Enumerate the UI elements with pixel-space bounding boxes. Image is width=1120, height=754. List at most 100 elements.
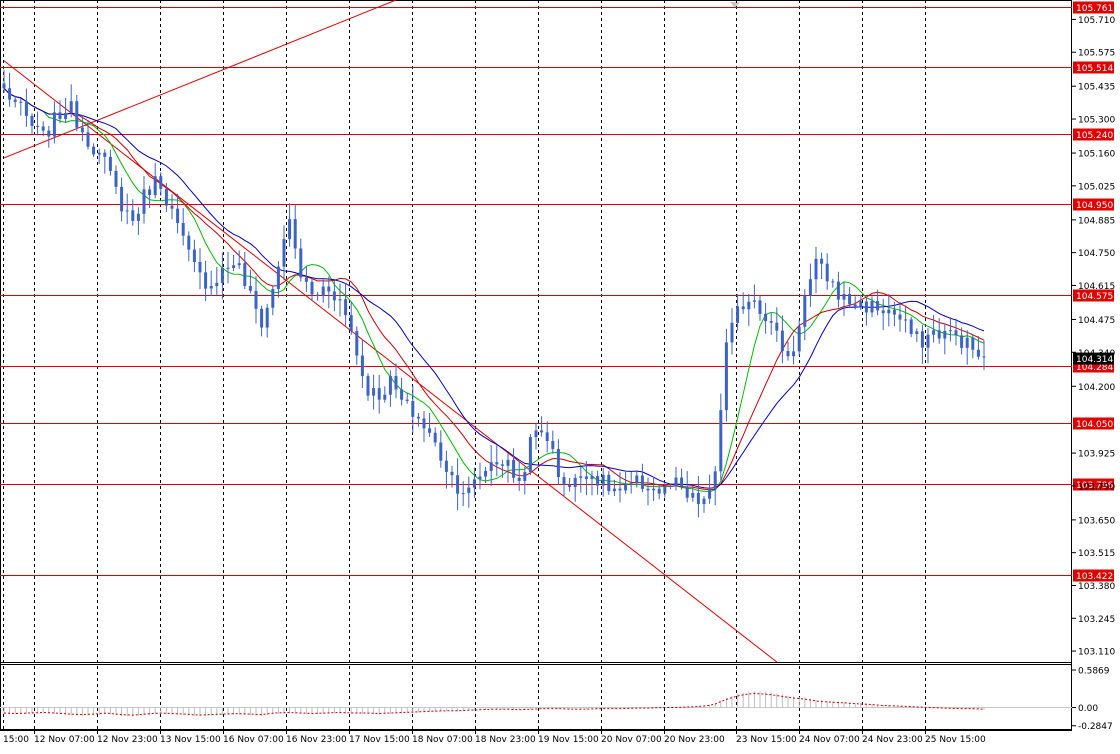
candle-body bbox=[842, 294, 846, 300]
price-tick-label: 105.435 bbox=[1078, 83, 1115, 93]
candle-body bbox=[780, 330, 784, 352]
candle-body bbox=[192, 249, 196, 262]
candle-body bbox=[265, 307, 269, 328]
candle-body bbox=[618, 488, 622, 491]
candle-body bbox=[691, 492, 695, 498]
candle-body bbox=[596, 476, 600, 486]
candle-body bbox=[120, 186, 124, 212]
time-tick-label: 15:00 bbox=[3, 735, 29, 745]
candle-body bbox=[170, 205, 174, 209]
candle-body bbox=[948, 330, 952, 332]
candle-body bbox=[416, 416, 420, 419]
candle-body bbox=[534, 430, 538, 438]
candle-body bbox=[808, 279, 812, 296]
indicator-tick-label: 0.00 bbox=[1078, 704, 1098, 714]
candle-body bbox=[478, 476, 482, 480]
time-tick-label: 20 Nov 07:00 bbox=[601, 735, 662, 745]
price-tick-label: 103.380 bbox=[1078, 582, 1115, 592]
time-tick-label: 23 Nov 15:00 bbox=[736, 735, 797, 745]
candle-body bbox=[187, 235, 191, 250]
candle-body bbox=[568, 484, 572, 488]
candle-body bbox=[310, 281, 314, 295]
candle-body bbox=[517, 477, 521, 481]
level-label: 105.761 bbox=[1076, 4, 1113, 14]
price-tick-label: 104.200 bbox=[1078, 383, 1115, 393]
candle-body bbox=[232, 265, 236, 269]
candle-body bbox=[41, 126, 45, 131]
level-label: 104.950 bbox=[1076, 201, 1113, 211]
candle-body bbox=[640, 475, 644, 489]
candle-body bbox=[332, 291, 336, 301]
price-tick-label: 103.515 bbox=[1078, 549, 1115, 559]
candle-body bbox=[103, 152, 107, 157]
candle-body bbox=[254, 290, 258, 309]
trendline[interactable] bbox=[3, 60, 778, 663]
candle-body bbox=[769, 321, 773, 323]
price-tick-label: 105.575 bbox=[1078, 49, 1115, 59]
candle-body bbox=[125, 210, 129, 212]
candle-body bbox=[388, 375, 392, 395]
candle-body bbox=[299, 248, 303, 278]
candle-body bbox=[366, 376, 370, 396]
candle-body bbox=[831, 281, 835, 283]
candle-body bbox=[607, 474, 611, 492]
time-tick-label: 19 Nov 15:00 bbox=[538, 735, 599, 745]
candle-body bbox=[288, 219, 292, 240]
candle-body bbox=[965, 337, 969, 348]
candle-body bbox=[635, 475, 639, 484]
candle-body bbox=[797, 326, 801, 352]
candle-body bbox=[355, 331, 359, 356]
candle-body bbox=[243, 263, 247, 287]
candle-body bbox=[825, 263, 829, 282]
level-label: 105.240 bbox=[1076, 131, 1113, 141]
candle-body bbox=[764, 313, 768, 322]
candle-body bbox=[747, 301, 751, 310]
candle-body bbox=[383, 394, 387, 400]
candle-body bbox=[360, 355, 364, 377]
candle-body bbox=[674, 477, 678, 487]
candle-body bbox=[719, 410, 723, 472]
candle-body bbox=[943, 330, 947, 339]
candle-body bbox=[69, 101, 73, 113]
candle-body bbox=[220, 267, 224, 283]
time-tick-label: 16 Nov 23:00 bbox=[286, 735, 347, 745]
candle-body bbox=[573, 477, 577, 488]
candle-body bbox=[411, 400, 415, 417]
candle-body bbox=[915, 331, 919, 334]
candle-body bbox=[881, 310, 885, 314]
candle-body bbox=[685, 486, 689, 498]
price-chart[interactable]: 105.761 105.514 105.240 104.950 104.575 104.2… bbox=[0, 0, 1120, 754]
candle-body bbox=[584, 476, 588, 479]
candle-body bbox=[579, 476, 583, 478]
candle-body bbox=[131, 210, 135, 221]
time-tick-label: 20 Nov 23:00 bbox=[664, 735, 725, 745]
indicator-tick-label: -0.2847 bbox=[1078, 722, 1113, 732]
candle-body bbox=[887, 309, 891, 314]
candle-body bbox=[489, 462, 493, 471]
price-tick-label: 105.300 bbox=[1078, 116, 1115, 126]
candle-body bbox=[108, 156, 112, 171]
candle-body bbox=[456, 475, 460, 494]
level-label: 104.050 bbox=[1076, 420, 1113, 430]
candle-body bbox=[590, 476, 594, 479]
candle-body bbox=[624, 484, 628, 491]
candle-body bbox=[909, 319, 913, 334]
candle-body bbox=[724, 342, 728, 411]
time-tick-label: 17 Nov 15:00 bbox=[349, 735, 410, 745]
candle-body bbox=[702, 498, 706, 505]
level-label: 104.575 bbox=[1076, 292, 1113, 302]
candle-body bbox=[629, 483, 633, 485]
candle-body bbox=[495, 462, 499, 465]
candle-body bbox=[439, 442, 443, 461]
candle-body bbox=[920, 331, 924, 348]
candle-body bbox=[500, 464, 504, 466]
candle-body bbox=[248, 286, 252, 291]
candle-body bbox=[321, 286, 325, 296]
candle-body bbox=[775, 322, 779, 331]
candle-body bbox=[97, 152, 101, 155]
price-tick-label: 104.475 bbox=[1078, 316, 1115, 326]
candle-body bbox=[472, 479, 476, 488]
candle-body bbox=[971, 337, 975, 350]
candle-body bbox=[814, 258, 818, 280]
candle-body bbox=[752, 300, 756, 302]
